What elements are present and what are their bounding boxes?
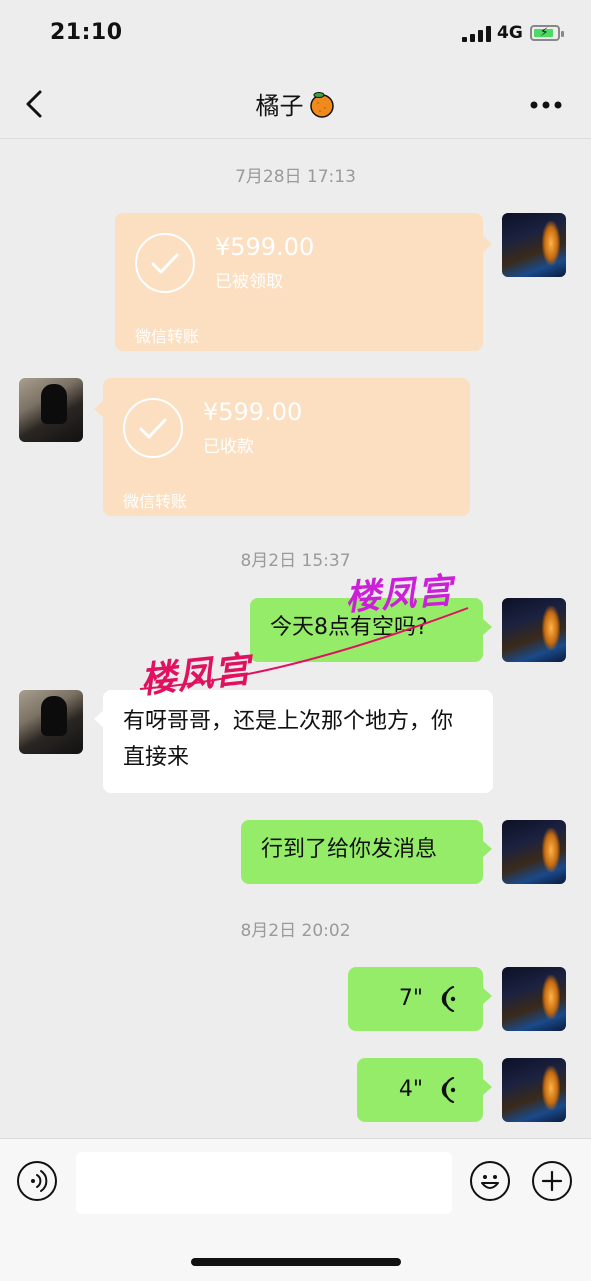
checkmark-icon bbox=[123, 398, 183, 458]
chat-header: 橘子 bbox=[0, 70, 591, 139]
home-indicator bbox=[191, 1258, 401, 1266]
self-avatar[interactable] bbox=[502, 213, 566, 277]
watermark-text: 楼凤宫 bbox=[343, 571, 455, 619]
signal-icon bbox=[462, 26, 492, 42]
voice-wave-icon bbox=[441, 1077, 456, 1103]
network-type: 4G bbox=[497, 23, 523, 43]
message-text: 行到了给你发消息 bbox=[261, 837, 438, 862]
transfer-card-sent[interactable]: ¥599.00 已被领取 微信转账 bbox=[115, 213, 492, 351]
voice-duration: 4" bbox=[398, 1077, 423, 1102]
timestamp: 8月2日 15:37 bbox=[240, 551, 351, 571]
transfer-amount: ¥599.00 bbox=[215, 233, 315, 261]
contact-name: 橘子 bbox=[255, 92, 304, 120]
peer-avatar[interactable] bbox=[19, 690, 83, 754]
transfer-label: 微信转账 bbox=[135, 327, 200, 346]
voice-duration: 7" bbox=[398, 986, 423, 1011]
message-bubble-received[interactable]: 有呀哥哥，还是上次那个地方，你直接来 bbox=[94, 690, 493, 793]
status-time: 21:10 bbox=[50, 20, 123, 45]
transfer-card-received[interactable]: ¥599.00 已收款 微信转账 bbox=[94, 378, 470, 516]
watermark-underline bbox=[139, 607, 469, 690]
emoji-icon[interactable] bbox=[470, 1161, 510, 1201]
self-avatar[interactable] bbox=[502, 967, 566, 1031]
plus-icon[interactable] bbox=[532, 1161, 572, 1201]
battery-icon: ⚡ bbox=[530, 25, 564, 41]
message-input[interactable] bbox=[76, 1152, 452, 1214]
self-avatar[interactable] bbox=[502, 820, 566, 884]
self-avatar[interactable] bbox=[502, 598, 566, 662]
message-text: 有呀哥哥，还是上次那个地方，你直接来 bbox=[123, 709, 454, 770]
voice-wave-icon bbox=[441, 986, 456, 1012]
voice-mode-icon[interactable] bbox=[17, 1161, 57, 1201]
orange-emoji-icon bbox=[309, 91, 334, 118]
message-bubble-sent[interactable]: 行到了给你发消息 bbox=[241, 820, 492, 884]
timestamp: 7月28日 17:13 bbox=[235, 167, 356, 187]
transfer-amount: ¥599.00 bbox=[203, 398, 303, 426]
more-icon[interactable] bbox=[529, 100, 563, 110]
checkmark-icon bbox=[135, 233, 195, 293]
chat-title: 橘子 bbox=[0, 86, 591, 121]
timestamp: 8月2日 20:02 bbox=[240, 921, 351, 941]
self-avatar[interactable] bbox=[502, 1058, 566, 1122]
transfer-status: 已收款 bbox=[203, 437, 254, 457]
voice-message[interactable]: 7" bbox=[348, 967, 492, 1031]
transfer-status: 已被领取 bbox=[215, 272, 283, 292]
status-bar: 21:10 4G ⚡ bbox=[0, 0, 591, 70]
peer-avatar[interactable] bbox=[19, 378, 83, 442]
voice-message[interactable]: 4" bbox=[357, 1058, 492, 1122]
transfer-label: 微信转账 bbox=[123, 492, 188, 511]
